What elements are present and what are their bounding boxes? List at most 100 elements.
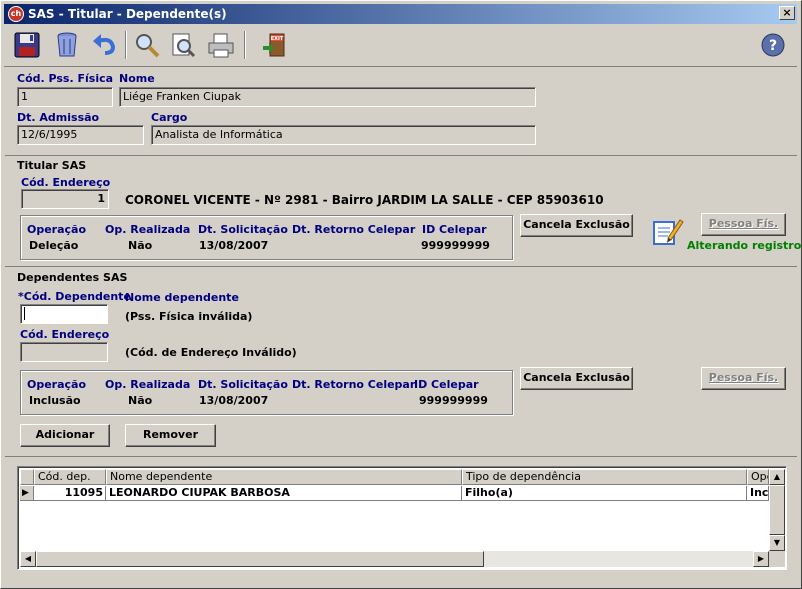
undo-button[interactable]: [88, 29, 122, 61]
row-indicator-icon: ▶: [20, 486, 34, 501]
adicionar-button[interactable]: Adicionar: [20, 424, 110, 447]
scroll-down-icon[interactable]: ▼: [769, 535, 785, 551]
titular-cod-endereco-field[interactable]: 1: [21, 189, 109, 209]
grid-header-cod-dep[interactable]: Cód. dep.: [34, 469, 106, 485]
titular-endereco-text: CORONEL VICENTE - Nº 2981 - Bairro JARDI…: [125, 193, 604, 207]
dep-cod-endereco-label: Cód. Endereço: [20, 328, 110, 341]
titular-dt-retorno-header: Dt. Retorno Celepar: [292, 223, 416, 236]
svg-text:EXIT: EXIT: [271, 36, 284, 42]
endereco-invalido-text: (Cód. de Endereço Inválido): [125, 346, 297, 359]
titular-dt-solicitacao-header: Dt. Solicitação: [198, 223, 288, 236]
titular-cod-endereco-label: Cód. Endereço: [21, 176, 111, 189]
remover-button[interactable]: Remover: [125, 424, 216, 447]
titular-operacao-header: Operação: [27, 223, 87, 236]
dependentes-section-title: Dependentes SAS: [17, 271, 128, 284]
trash-can-icon: [57, 32, 77, 57]
dt-admissao-label: Dt. Admissão: [17, 111, 100, 124]
scroll-corner: [769, 551, 785, 567]
grid-cell-nome[interactable]: LEONARDO CIUPAK BARBOSA: [106, 486, 462, 501]
grid-header-ope[interactable]: Ope: [747, 469, 769, 485]
vertical-scroll-thumb[interactable]: [769, 485, 785, 535]
horizontal-scroll-thumb[interactable]: [36, 551, 484, 567]
dt-admissao-field[interactable]: 12/6/1995: [17, 125, 144, 145]
titular-op-realizada-header: Op. Realizada: [105, 223, 191, 236]
exit-door-icon: EXIT: [263, 33, 285, 57]
grid-header-tipo[interactable]: Tipo de dependência: [462, 469, 747, 485]
titular-pessoa-fis-button[interactable]: Pessoa Fís.: [701, 213, 786, 236]
grid-header-nome[interactable]: Nome dependente: [106, 469, 462, 485]
grid-cell-ope[interactable]: Incl: [747, 486, 769, 501]
grid-cell-tipo[interactable]: Filho(a): [462, 486, 747, 501]
section-divider: [5, 456, 797, 457]
delete-button[interactable]: [50, 29, 84, 61]
dep-operacao-header: Operação: [27, 378, 87, 391]
cod-dependente-input[interactable]: [20, 304, 108, 324]
nome-dependente-label: Nome dependente: [125, 291, 239, 304]
dep-id-celepar-value: 999999999: [419, 394, 488, 407]
main-window: ch SAS - Titular - Dependente(s) × EXIT …: [0, 0, 802, 589]
cod-pss-field[interactable]: 1: [17, 87, 113, 107]
titular-dt-solicitacao-value: 13/08/2007: [199, 239, 269, 252]
vertical-scrollbar[interactable]: ▲ ▼: [769, 469, 785, 551]
help-button[interactable]: ?: [756, 29, 790, 61]
titular-id-celepar-header: ID Celepar: [422, 223, 487, 236]
titular-op-realizada-value: Não: [128, 239, 153, 252]
dep-pessoa-fis-label: Pessoa Fís.: [708, 371, 779, 384]
close-button[interactable]: ×: [779, 6, 795, 20]
section-divider: [5, 155, 797, 156]
dep-cancela-exclusao-button[interactable]: Cancela Exclusão: [520, 367, 633, 390]
app-icon: ch: [8, 6, 24, 22]
exit-button[interactable]: EXIT: [258, 29, 292, 61]
dep-pessoa-fis-button[interactable]: Pessoa Fís.: [701, 367, 786, 390]
printer-icon: [208, 33, 234, 58]
edit-record-icon: [650, 214, 684, 248]
scroll-left-icon[interactable]: ◀: [20, 551, 36, 567]
svg-text:?: ?: [769, 38, 777, 54]
titular-cancela-exclusao-button[interactable]: Cancela Exclusão: [520, 214, 633, 237]
titular-operacao-value: Deleção: [29, 239, 79, 252]
dependentes-grid[interactable]: Cód. dep. Nome dependente Tipo de depend…: [17, 466, 787, 570]
magnifier-icon: [136, 34, 160, 58]
titular-id-celepar-value: 999999999: [421, 239, 490, 252]
titular-pessoa-fis-label: Pessoa Fís.: [708, 217, 779, 230]
save-button[interactable]: [10, 29, 44, 61]
help-icon: ?: [761, 33, 785, 57]
text-cursor: [24, 307, 25, 320]
dep-cod-endereco-field[interactable]: [20, 342, 108, 362]
search-button[interactable]: [130, 29, 164, 61]
grid-corner: [20, 469, 34, 485]
dep-operacao-value: Inclusão: [29, 394, 81, 407]
undo-arrow-icon: [93, 34, 116, 55]
titular-status-box: Operação Op. Realizada Dt. Solicitação D…: [20, 215, 513, 260]
titular-section-title: Titular SAS: [17, 159, 87, 172]
section-divider: [5, 266, 797, 267]
title-bar: ch SAS - Titular - Dependente(s) ×: [4, 4, 797, 24]
scroll-up-icon[interactable]: ▲: [769, 469, 785, 485]
horizontal-scrollbar[interactable]: ◀ ▶: [20, 551, 769, 567]
dep-id-celepar-header: ID Celepar: [414, 378, 479, 391]
dependentes-status-box: Operação Op. Realizada Dt. Solicitação D…: [20, 370, 513, 415]
nome-label: Nome: [119, 72, 155, 85]
toolbar: EXIT ?: [4, 25, 797, 67]
cargo-label: Cargo: [151, 111, 188, 124]
preview-button[interactable]: [166, 29, 200, 61]
window-title: SAS - Titular - Dependente(s): [28, 7, 227, 21]
scroll-right-icon[interactable]: ▶: [753, 551, 769, 567]
grid-cell-cod[interactable]: 11095: [34, 486, 106, 501]
print-preview-icon: [172, 33, 196, 58]
cod-pss-label: Cód. Pss. Física: [17, 72, 114, 85]
dep-dt-retorno-header: Dt. Retorno Celepar: [292, 378, 416, 391]
floppy-disk-icon: [14, 32, 40, 58]
nome-field[interactable]: Liége Franken Ciupak: [119, 87, 536, 107]
toolbar-separator: [244, 31, 246, 59]
toolbar-separator: [125, 31, 127, 59]
dep-op-realizada-value: Não: [128, 394, 153, 407]
pss-invalida-text: (Pss. Física inválida): [125, 310, 253, 323]
status-message: Alterando registro.: [687, 239, 802, 252]
dep-dt-solicitacao-header: Dt. Solicitação: [198, 378, 288, 391]
cod-dependente-label: *Cód. Dependente: [18, 290, 131, 303]
print-button[interactable]: [204, 29, 238, 61]
dep-op-realizada-header: Op. Realizada: [105, 378, 191, 391]
cargo-field[interactable]: Analista de Informática: [151, 125, 536, 145]
dep-dt-solicitacao-value: 13/08/2007: [199, 394, 269, 407]
